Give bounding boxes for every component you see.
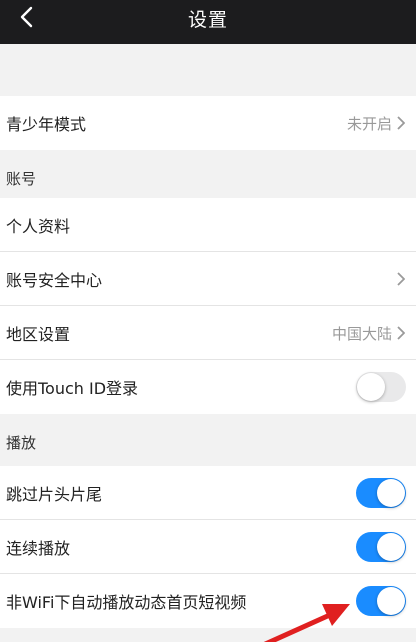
page-title: 设置: [187, 8, 228, 31]
account-security-row[interactable]: 账号安全中心: [0, 252, 416, 306]
teen-mode-value: 未开启: [346, 114, 392, 133]
skip-intro-toggle[interactable]: [356, 478, 406, 508]
toggle-knob: [377, 587, 405, 615]
teen-mode-label: 青少年模式: [6, 115, 87, 134]
skip-intro-row: 跳过片头片尾: [0, 466, 416, 520]
region-row[interactable]: 地区设置 中国大陆: [0, 306, 416, 360]
account-section-header: 账号: [6, 170, 37, 188]
touch-id-label: 使用Touch ID登录: [6, 379, 139, 398]
chevron-right-icon: [396, 115, 406, 131]
account-security-label: 账号安全中心: [6, 271, 103, 290]
autoplay-next-toggle[interactable]: [356, 532, 406, 562]
play-section-header: 播放: [6, 434, 37, 452]
toggle-knob: [377, 479, 405, 507]
region-value: 中国大陆: [331, 324, 392, 343]
chevron-right-icon: [396, 325, 406, 341]
toggle-knob: [357, 373, 385, 401]
profile-row[interactable]: 个人资料: [0, 198, 416, 252]
skip-intro-label: 跳过片头片尾: [6, 485, 103, 504]
back-arrow-icon: [20, 6, 33, 28]
toggle-knob: [377, 533, 405, 561]
profile-label: 个人资料: [6, 217, 71, 236]
teen-mode-row[interactable]: 青少年模式 未开启: [0, 96, 416, 150]
non-wifi-autoplay-row: 非WiFi下自动播放动态首页短视频: [0, 574, 416, 628]
navbar: 设置: [0, 0, 416, 44]
back-button[interactable]: [8, 0, 44, 36]
settings-screen: 设置 青少年模式 未开启 账号 个人资料 账号安全中心 地区设置 中国大陆 使用…: [0, 0, 416, 642]
non-wifi-autoplay-label: 非WiFi下自动播放动态首页短视频: [6, 593, 247, 612]
chevron-right-icon: [396, 271, 406, 287]
touch-id-row: 使用Touch ID登录: [0, 360, 416, 414]
autoplay-next-label: 连续播放: [6, 539, 71, 558]
region-label: 地区设置: [6, 325, 71, 344]
non-wifi-autoplay-toggle[interactable]: [356, 586, 406, 616]
autoplay-next-row: 连续播放: [0, 520, 416, 574]
touch-id-toggle[interactable]: [356, 372, 406, 402]
